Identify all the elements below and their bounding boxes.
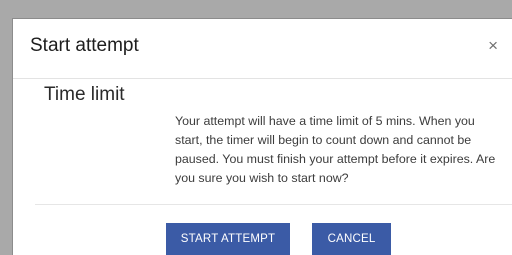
dialog-title: Start attempt [30, 35, 139, 56]
start-attempt-dialog: Start attempt × Time limit Your attempt … [12, 18, 512, 255]
modal-backdrop: Start attempt × Time limit Your attempt … [0, 0, 512, 255]
footer-divider [35, 204, 512, 205]
time-limit-message: Your attempt will have a time limit of 5… [175, 114, 496, 185]
time-limit-heading: Time limit [44, 84, 125, 105]
start-attempt-button[interactable]: START ATTEMPT [166, 223, 290, 255]
cancel-button[interactable]: CANCEL [312, 223, 391, 255]
close-icon[interactable]: × [488, 37, 498, 54]
dialog-header: Start attempt × [13, 19, 512, 79]
